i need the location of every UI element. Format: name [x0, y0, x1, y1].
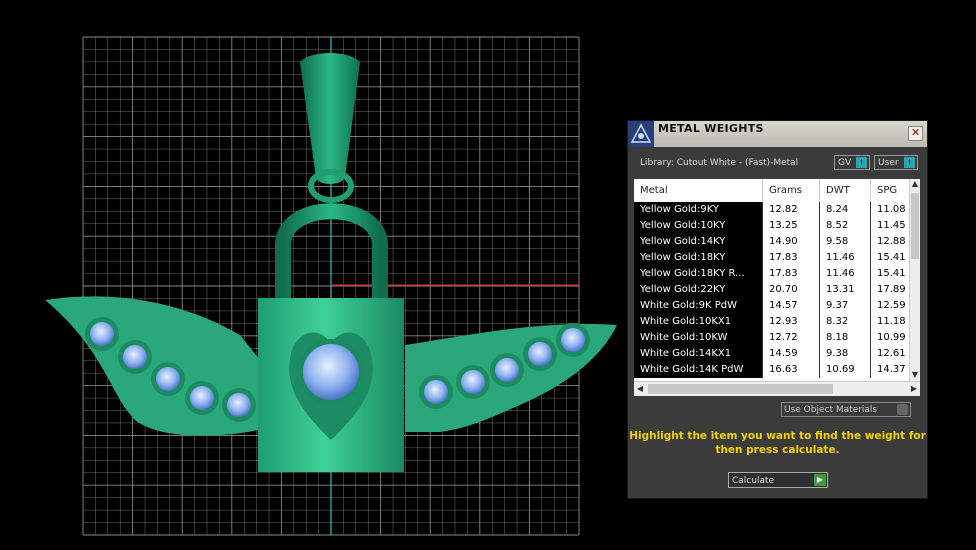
table-row[interactable]: Yellow Gold:9KY 12.82 8.24 11.08 — [634, 202, 911, 218]
spg-cell: 12.59 — [871, 298, 911, 314]
dwt-cell: 11.46 — [820, 266, 871, 282]
grams-cell: 17.83 — [763, 250, 820, 266]
toggle-indicator-icon: I — [856, 157, 867, 168]
calculate-label: Calculate — [732, 476, 775, 486]
metal-name-cell: Yellow Gold:10KY — [634, 218, 763, 234]
spg-cell: 10.99 — [871, 330, 911, 346]
small-gem — [424, 380, 448, 404]
spg-cell: 11.18 — [871, 314, 911, 330]
small-gem — [156, 367, 180, 391]
grams-cell: 14.90 — [763, 234, 820, 250]
metal-name-cell: White Gold:14KX1 — [634, 346, 763, 362]
spg-cell: 14.37 — [871, 362, 911, 378]
spg-cell: 11.08 — [871, 202, 911, 218]
scroll-up-icon[interactable]: ▲ — [910, 179, 920, 191]
scroll-thumb[interactable] — [911, 193, 919, 259]
library-label: Library: Cutout White - (Fast)-Metal — [640, 158, 799, 168]
metal-name-cell: Yellow Gold:22KY — [634, 282, 763, 298]
table-header: Metal Grams DWT SPG — [634, 179, 911, 202]
grams-cell: 14.59 — [763, 346, 820, 362]
metal-name-cell: Yellow Gold:14KY — [634, 234, 763, 250]
spg-cell: 17.89 — [871, 282, 911, 298]
grams-cell: 17.83 — [763, 266, 820, 282]
table-row[interactable]: White Gold:14K PdW 16.63 10.69 14.37 — [634, 362, 911, 378]
scroll-left-icon[interactable]: ◀ — [634, 382, 646, 396]
use-object-materials-label: Use Object Materials — [784, 405, 878, 415]
metal-weights-table: Metal Grams DWT SPG Yellow Gold:9KY 12.82… — [634, 179, 920, 396]
dwt-cell: 9.58 — [820, 234, 871, 250]
metal-name-cell: Yellow Gold:9KY — [634, 202, 763, 218]
small-gem — [561, 328, 585, 352]
grams-cell: 12.82 — [763, 202, 820, 218]
spg-cell: 15.41 — [871, 266, 911, 282]
table-row[interactable]: Yellow Gold:18KY R... 17.83 11.46 15.41 — [634, 266, 911, 282]
instruction-text: Highlight the item you want to find the … — [629, 430, 926, 456]
dwt-cell: 8.24 — [820, 202, 871, 218]
panel-title: METAL WEIGHTS — [658, 122, 764, 135]
small-gem — [227, 393, 251, 417]
table-row[interactable]: Yellow Gold:18KY 17.83 11.46 15.41 — [634, 250, 911, 266]
panel-titlebar[interactable]: METAL WEIGHTS ✕ — [628, 121, 927, 147]
metal-name-cell: White Gold:10KX1 — [634, 314, 763, 330]
user-toggle[interactable]: User I — [874, 155, 918, 170]
metal-name-cell: White Gold:14K PdW — [634, 362, 763, 378]
toggle-indicator-icon — [897, 404, 908, 415]
scroll-right-icon[interactable]: ▶ — [908, 382, 920, 396]
spg-cell: 12.88 — [871, 234, 911, 250]
metal-name-cell: White Gold:10KW — [634, 330, 763, 346]
table-row[interactable]: Yellow Gold:22KY 20.70 13.31 17.89 — [634, 282, 911, 298]
table-row[interactable]: White Gold:10KW 12.72 8.18 10.99 — [634, 330, 911, 346]
column-header-dwt[interactable]: DWT — [820, 179, 871, 202]
table-row[interactable]: White Gold:14KX1 14.59 9.38 12.61 — [634, 346, 911, 362]
grams-cell: 12.93 — [763, 314, 820, 330]
use-object-materials-toggle[interactable]: Use Object Materials — [781, 402, 911, 417]
scroll-thumb[interactable] — [648, 384, 833, 394]
grams-cell: 13.25 — [763, 218, 820, 234]
center-gem — [303, 344, 359, 400]
table-row[interactable]: White Gold:10KX1 12.93 8.32 11.18 — [634, 314, 911, 330]
table-row[interactable]: Yellow Gold:14KY 14.90 9.58 12.88 — [634, 234, 911, 250]
column-header-grams[interactable]: Grams — [763, 179, 820, 202]
calculate-button[interactable]: Calculate ▶ — [728, 472, 828, 488]
dwt-cell: 10.69 — [820, 362, 871, 378]
metal-weights-panel: METAL WEIGHTS ✕ Library: Cutout White - … — [627, 120, 928, 499]
small-gem — [461, 370, 485, 394]
dwt-cell: 9.38 — [820, 346, 871, 362]
dwt-cell: 8.32 — [820, 314, 871, 330]
table-row[interactable]: Yellow Gold:10KY 13.25 8.52 11.45 — [634, 218, 911, 234]
grams-cell: 20.70 — [763, 282, 820, 298]
dwt-cell: 8.52 — [820, 218, 871, 234]
small-gem — [90, 322, 114, 346]
column-header-metal[interactable]: Metal — [634, 179, 763, 202]
gv-toggle[interactable]: GV I — [834, 155, 870, 170]
spg-cell: 15.41 — [871, 250, 911, 266]
user-toggle-label: User — [878, 158, 899, 168]
grams-cell: 16.63 — [763, 362, 820, 378]
spg-cell: 11.45 — [871, 218, 911, 234]
metal-name-cell: Yellow Gold:18KY R... — [634, 266, 763, 282]
play-arrow-icon: ▶ — [814, 474, 826, 486]
grams-cell: 14.57 — [763, 298, 820, 314]
small-gem — [123, 345, 147, 369]
dwt-cell: 8.18 — [820, 330, 871, 346]
column-header-spg[interactable]: SPG — [871, 179, 911, 202]
close-icon[interactable]: ✕ — [908, 126, 923, 141]
metal-name-cell: Yellow Gold:18KY — [634, 250, 763, 266]
app-logo-icon — [628, 121, 654, 147]
pendant-bail — [300, 53, 360, 184]
horizontal-scrollbar[interactable]: ◀ ▶ — [634, 381, 920, 396]
gv-toggle-label: GV — [838, 158, 852, 168]
spg-cell: 12.61 — [871, 346, 911, 362]
small-gem — [528, 342, 552, 366]
dwt-cell: 11.46 — [820, 250, 871, 266]
vertical-scrollbar[interactable]: ▲ ▼ — [909, 179, 920, 382]
dwt-cell: 13.31 — [820, 282, 871, 298]
small-gem — [190, 386, 214, 410]
dwt-cell: 9.37 — [820, 298, 871, 314]
metal-name-cell: White Gold:9K PdW — [634, 298, 763, 314]
toggle-indicator-icon: I — [904, 157, 915, 168]
table-row[interactable]: White Gold:9K PdW 14.57 9.37 12.59 — [634, 298, 911, 314]
small-gem — [495, 358, 519, 382]
grams-cell: 12.72 — [763, 330, 820, 346]
